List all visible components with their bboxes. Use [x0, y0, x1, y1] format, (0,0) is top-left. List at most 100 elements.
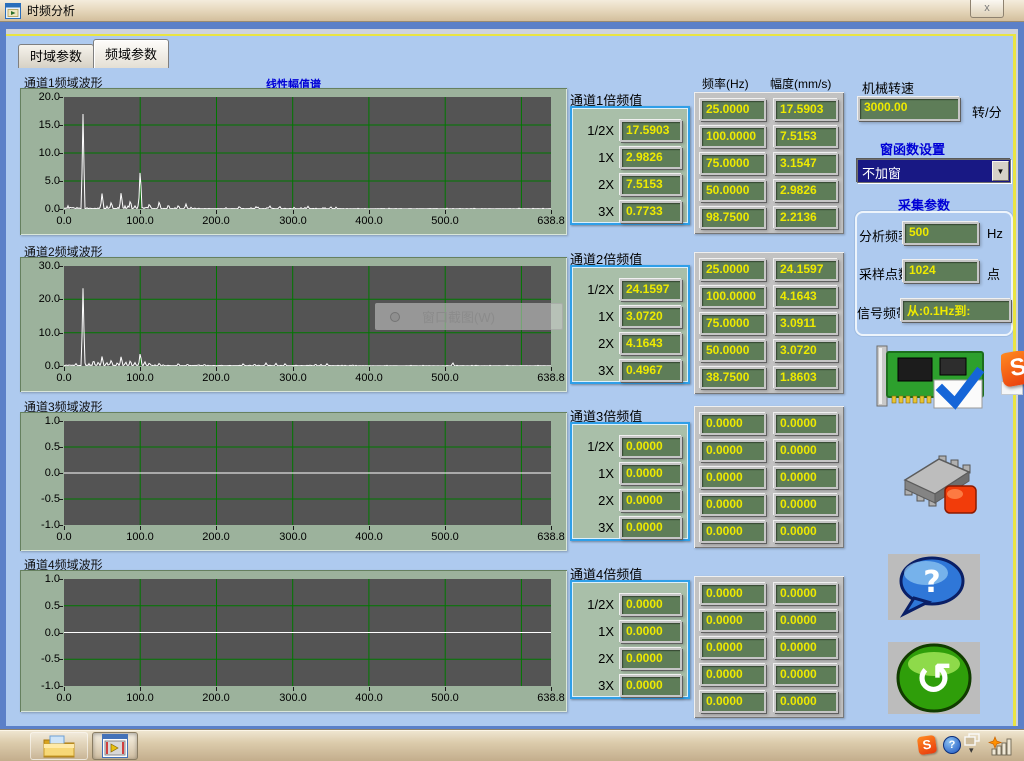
y-tick-mark [59, 153, 63, 154]
amplitude-value-field: 3.0911 [774, 313, 838, 335]
sample-count-unit: 点 [987, 264, 1000, 283]
tab-time-domain[interactable]: 时域参数 [18, 44, 94, 68]
y-tick-mark [59, 366, 63, 367]
spectrum-svg [64, 421, 551, 525]
y-axis-tick-label: 20.0 [20, 293, 60, 305]
panel-frame: 时域参数 频域参数 频率(Hz) 幅度(mm/s) 机械转速 3000.00 转… [6, 29, 1018, 726]
amplitude-column-header: 幅度(mm/s) [770, 75, 831, 92]
freq-table-panel: 25.000017.5903100.00007.515375.00003.154… [694, 92, 844, 234]
multiple-value-field: 0.0000 [620, 463, 682, 485]
amplitude-value: 0.0000 [776, 585, 836, 603]
plot-area [64, 421, 551, 525]
x-tick-mark [293, 210, 294, 214]
chip-button[interactable] [893, 450, 983, 516]
multiple-value: 7.5153 [622, 176, 680, 194]
freq-value-field: 50.0000 [700, 180, 766, 202]
y-tick-mark [59, 299, 63, 300]
multiple-order-label: 3X [574, 520, 614, 535]
tray-sogou-icon[interactable]: S [917, 735, 937, 755]
window-function-value: 不加窗 [862, 163, 901, 182]
app-window: 时频分析 x 时域参数 频域参数 频率(Hz) 幅度(mm/s) 机械转速 [0, 0, 1024, 761]
tray-caret-icon[interactable]: ▾ [969, 745, 974, 756]
amplitude-value: 0.0000 [776, 415, 836, 433]
multiple-order-label: 1X [574, 150, 614, 165]
multiple-value: 2.9826 [622, 149, 680, 167]
multiple-order-label: 1X [574, 309, 614, 324]
multiple-order-label: 3X [574, 204, 614, 219]
taskbar-labview-button[interactable] [92, 732, 138, 760]
x-axis-tick-label: 500.0 [422, 692, 468, 704]
multiple-value-field: 0.0000 [620, 490, 682, 512]
y-tick-mark [59, 633, 63, 634]
analysis-freq-value[interactable]: 500 [905, 224, 977, 243]
freq-value-field: 0.0000 [700, 494, 766, 516]
y-axis-tick-label: 0.5 [20, 600, 60, 612]
y-tick-mark [59, 499, 63, 500]
analysis-freq-unit: Hz [987, 226, 1003, 241]
hardware-card-button[interactable] [868, 344, 1000, 412]
x-tick-mark [216, 367, 217, 371]
x-tick-mark [551, 367, 552, 371]
freq-value-field: 100.0000 [700, 286, 766, 308]
freq-value-field: 75.0000 [700, 313, 766, 335]
x-tick-mark [293, 526, 294, 530]
multiple-value: 17.5903 [622, 122, 680, 140]
multiples-panel: 1/2X0.00001X0.00002X0.00003X0.0000 [570, 580, 690, 699]
amplitude-value: 0.0000 [776, 496, 836, 514]
x-tick-mark [64, 210, 65, 214]
sogou-logo-icon[interactable]: S [1001, 351, 1024, 388]
y-axis-tick-label: 15.0 [20, 119, 60, 131]
chevron-down-icon[interactable]: ▼ [992, 161, 1009, 181]
y-axis-tick-label: -0.5 [20, 653, 60, 665]
x-tick-mark [293, 687, 294, 691]
multiple-value: 0.0000 [622, 465, 680, 483]
y-axis-tick-label: 10.0 [20, 327, 60, 339]
plot-area [64, 579, 551, 686]
question-glyph: ? [923, 565, 940, 600]
amplitude-value-field: 2.2136 [774, 207, 838, 229]
speed-value[interactable]: 3000.00 [860, 99, 958, 119]
tray-network-icon[interactable] [988, 735, 1014, 757]
amplitude-value: 3.1547 [776, 155, 836, 173]
freq-value: 50.0000 [702, 342, 764, 360]
multiple-value-field: 0.7733 [620, 201, 682, 223]
tab-frequency-domain[interactable]: 频域参数 [93, 39, 169, 68]
amplitude-value: 2.2136 [776, 209, 836, 227]
multiple-value: 0.0000 [622, 438, 680, 456]
sample-count-value[interactable]: 1024 [905, 262, 977, 281]
freq-value: 0.0000 [702, 415, 764, 433]
y-axis-tick-label: 30.0 [20, 260, 60, 272]
freq-value-field: 0.0000 [700, 440, 766, 462]
help-button[interactable]: ? [888, 554, 980, 620]
freq-value-field: 25.0000 [700, 259, 766, 281]
close-button[interactable]: x [970, 0, 1004, 18]
window-client: 时域参数 频域参数 频率(Hz) 幅度(mm/s) 机械转速 3000.00 转… [0, 22, 1024, 729]
x-axis-tick-label: 200.0 [193, 372, 239, 384]
taskbar: S ? ▾ [0, 729, 1024, 761]
chart-frame: 20.015.010.05.00.00.0100.0200.0300.0400.… [20, 88, 567, 235]
screenshot-menu-overlay[interactable]: 窗口截图(W) [375, 303, 563, 330]
signal-band-value: 从:0.1Hz到: [903, 301, 1009, 320]
speed-input[interactable]: 3000.00 [858, 97, 960, 121]
refresh-button[interactable]: ↺ [888, 642, 980, 714]
x-axis-tick-label: 100.0 [117, 215, 163, 227]
amplitude-value: 0.0000 [776, 693, 836, 711]
ime-float[interactable]: S [1001, 351, 1024, 399]
amplitude-value: 0.0000 [776, 612, 836, 630]
taskbar-explorer-button[interactable] [30, 732, 88, 760]
multiple-value: 24.1597 [622, 281, 680, 299]
speed-unit: 转/分 [972, 102, 1002, 121]
freq-value: 75.0000 [702, 155, 764, 173]
refresh-arrow-glyph: ↺ [916, 654, 953, 705]
multiple-value-field: 24.1597 [620, 279, 682, 301]
freq-value: 38.7500 [702, 369, 764, 387]
analysis-freq-input[interactable]: 500 [903, 222, 979, 245]
sample-count-input[interactable]: 1024 [903, 260, 979, 283]
x-axis-tick-label: 100.0 [117, 531, 163, 543]
window-function-dropdown[interactable]: 不加窗 ▼ [857, 159, 1011, 183]
freq-value-field: 0.0000 [700, 637, 766, 659]
y-axis-tick-label: 1.0 [20, 415, 60, 427]
window-title: 时频分析 [27, 2, 75, 19]
tray-help-icon[interactable]: ? [943, 736, 961, 754]
speed-label: 机械转速 [862, 78, 914, 97]
